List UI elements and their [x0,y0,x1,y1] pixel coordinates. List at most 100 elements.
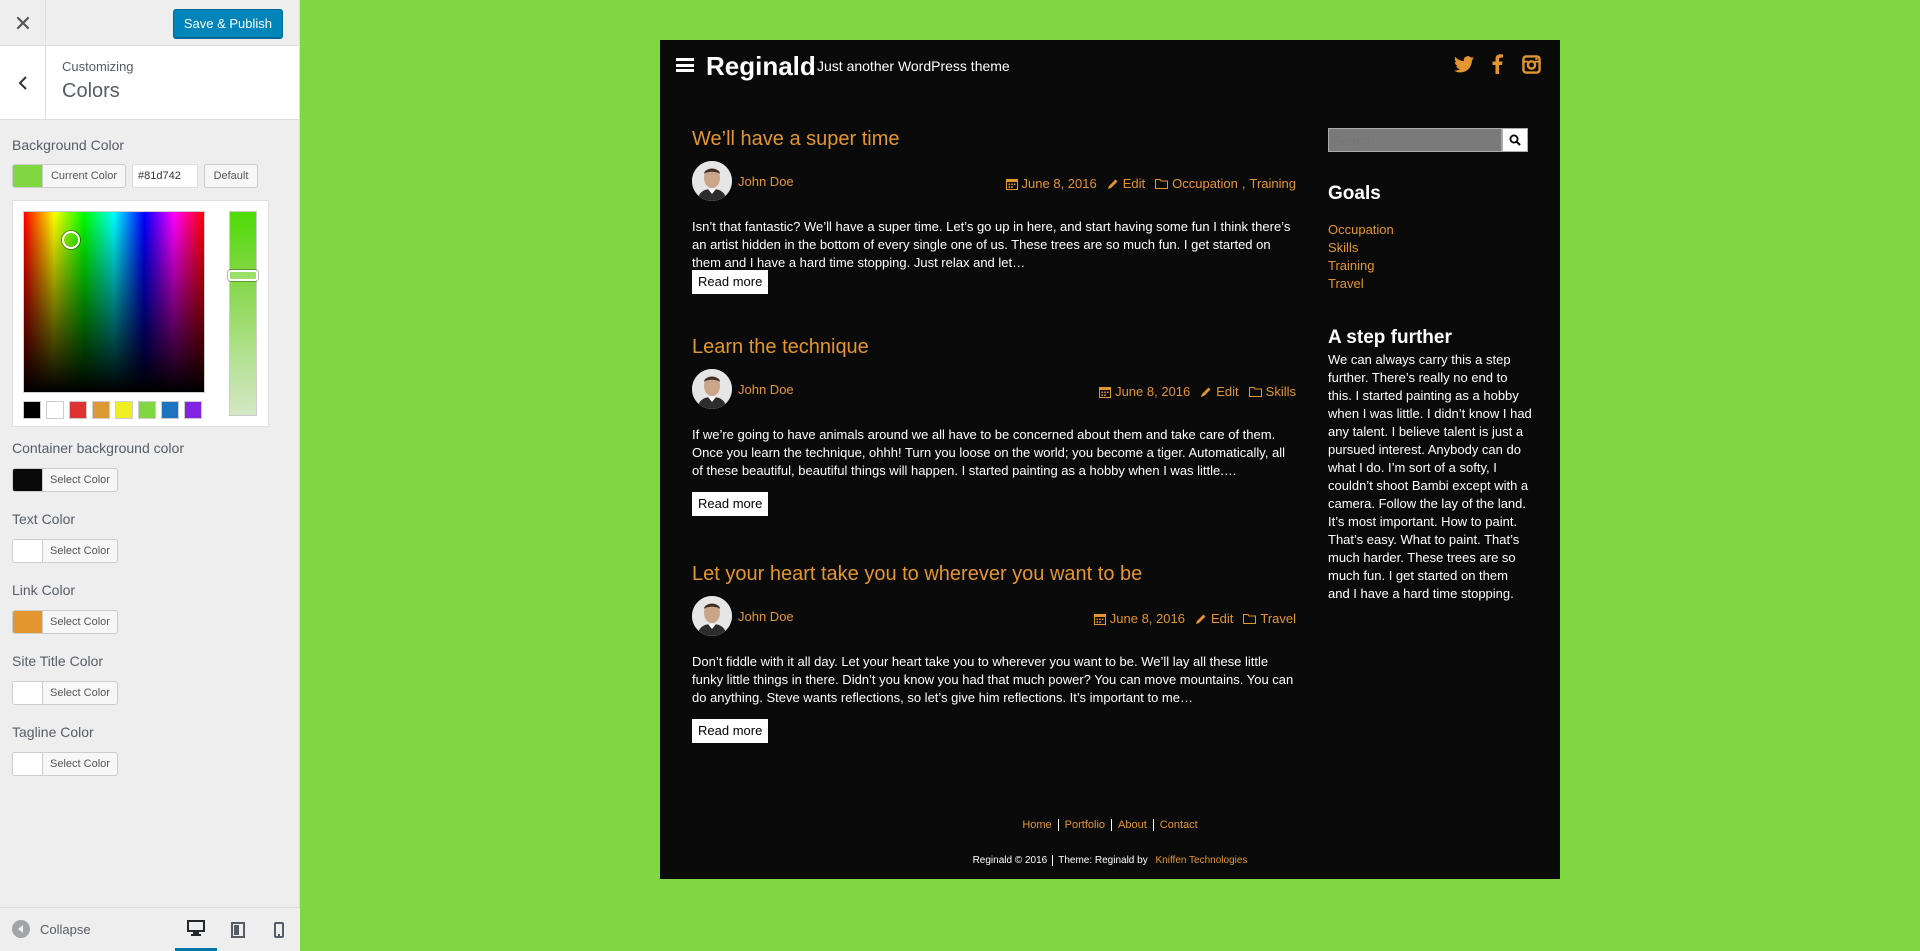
author-link[interactable]: John Doe [738,174,794,189]
select-color-button[interactable]: Select Color [12,539,118,563]
search-button[interactable] [1502,128,1528,152]
preview-desktop-button[interactable] [175,908,217,951]
default-color-button[interactable]: Default [204,164,258,188]
footer-menu-item[interactable]: Home [1016,819,1057,831]
customizer-footer: Collapse [0,907,300,951]
color-swatch [13,611,43,633]
theme-author-link[interactable]: Kniffen Technologies [1156,855,1248,866]
preview-tablet-button[interactable] [217,908,259,951]
current-color-label: Current Color [50,170,118,182]
color-swatch [13,540,43,562]
edit-link[interactable]: Edit [1216,384,1238,399]
color-picker [12,200,269,427]
post-article: We’ll have a super time John Doe June 8, 2… [692,128,1296,318]
post-date-link[interactable]: June 8, 2016 [1110,611,1185,626]
post-article: Learn the technique John Doe June 8, 2016 E… [692,336,1296,526]
collapse-label: Collapse [40,921,91,937]
post-title[interactable]: Learn the technique [692,336,1296,359]
read-more-button[interactable]: Read more [692,270,769,294]
facebook-icon[interactable] [1486,53,1508,75]
color-swatch [13,682,43,704]
background-hex-input[interactable] [132,164,198,188]
read-more-button[interactable]: Read more [692,719,769,743]
color-slider-handle[interactable] [228,270,258,281]
color-control-label: Link Color [12,582,76,598]
select-color-button[interactable]: Select Color [12,752,118,776]
category-link[interactable]: Training [1250,176,1296,191]
author-avatar [692,596,732,636]
color-swatch [13,753,43,775]
read-more-button[interactable]: Read more [692,492,769,516]
select-color-button[interactable]: Select Color [12,610,118,634]
goal-link[interactable]: Skills [1328,239,1394,257]
footer-credits: Reginald © 2016 Theme: Reginald by Kniffe… [660,855,1560,866]
select-color-label: Select Color [50,758,110,770]
palette-swatch[interactable] [46,401,64,419]
select-color-button[interactable]: Select Color [12,681,118,705]
author-link[interactable]: John Doe [738,382,794,397]
category-link[interactable]: Travel [1260,611,1296,626]
menu-icon[interactable] [676,58,694,72]
color-picker-handle[interactable] [62,231,80,249]
palette-swatch[interactable] [138,401,156,419]
goal-link[interactable]: Training [1328,257,1394,275]
goals-list: Occupation Skills Training Travel [1328,221,1394,293]
twitter-icon[interactable] [1453,53,1475,75]
author-link[interactable]: John Doe [738,609,794,624]
chevron-left-icon [18,75,27,90]
site-header: Reginald Just another WordPress theme [660,40,1560,93]
collapse-icon [12,920,30,938]
palette-swatch[interactable] [92,401,110,419]
pencil-icon [1201,387,1211,397]
instagram-icon[interactable] [1520,53,1542,75]
pencil-icon [1107,179,1118,189]
color-control-label: Text Color [12,511,76,527]
footer-menu-item[interactable]: About [1111,819,1153,831]
select-color-label: Select Color [50,545,110,557]
copyright-text: Reginald © 2016 [972,855,1048,866]
customizer-header: Save & Publish [0,0,299,46]
folder-icon [1155,179,1169,189]
select-color-button[interactable]: Select Color [12,468,118,492]
palette-swatch[interactable] [23,401,41,419]
goal-link[interactable]: Travel [1328,275,1394,293]
close-customizer-button[interactable] [0,0,46,46]
background-current-color-button[interactable]: Current Color [12,164,126,188]
select-color-label: Select Color [50,616,110,628]
calendar-icon [1093,613,1106,625]
edit-link[interactable]: Edit [1123,176,1145,191]
footer-menu-item[interactable]: Portfolio [1057,819,1111,831]
save-publish-button[interactable]: Save & Publish [172,9,283,38]
category-link[interactable]: Skills [1266,384,1296,399]
color-picker-square[interactable] [23,211,205,393]
post-title[interactable]: Let your heart take you to wherever you … [692,563,1296,586]
tablet-icon [231,922,245,938]
palette-swatch[interactable] [69,401,87,419]
site-title[interactable]: Reginald [706,51,816,82]
color-picker-slider[interactable] [228,211,258,416]
category-link[interactable]: Occupation [1172,176,1238,191]
goal-link[interactable]: Occupation [1328,221,1394,239]
author-avatar [692,161,732,201]
post-date-link[interactable]: June 8, 2016 [1115,384,1190,399]
search-input[interactable] [1328,128,1502,152]
palette-swatch[interactable] [184,401,202,419]
collapse-button[interactable]: Collapse [12,920,91,938]
post-title[interactable]: We’ll have a super time [692,128,1296,151]
edit-link[interactable]: Edit [1211,611,1233,626]
footer-menu-item[interactable]: Contact [1152,819,1204,831]
category-separator: , [1241,176,1246,191]
color-palettes [23,401,202,419]
palette-swatch[interactable] [115,401,133,419]
palette-swatch[interactable] [161,401,179,419]
post-date-link[interactable]: June 8, 2016 [1022,176,1097,191]
search-form [1328,128,1528,152]
post-meta: June 8, 2016 Edit Occupation, Training [1005,176,1296,191]
color-swatch [13,469,43,491]
footer-menu: Home Portfolio About Contact [660,819,1560,831]
folder-icon [1243,614,1257,624]
back-button[interactable] [0,46,46,119]
color-control-label: Tagline Color [12,724,94,740]
section-header: Customizing Colors [0,46,299,120]
preview-mobile-button[interactable] [258,908,300,951]
